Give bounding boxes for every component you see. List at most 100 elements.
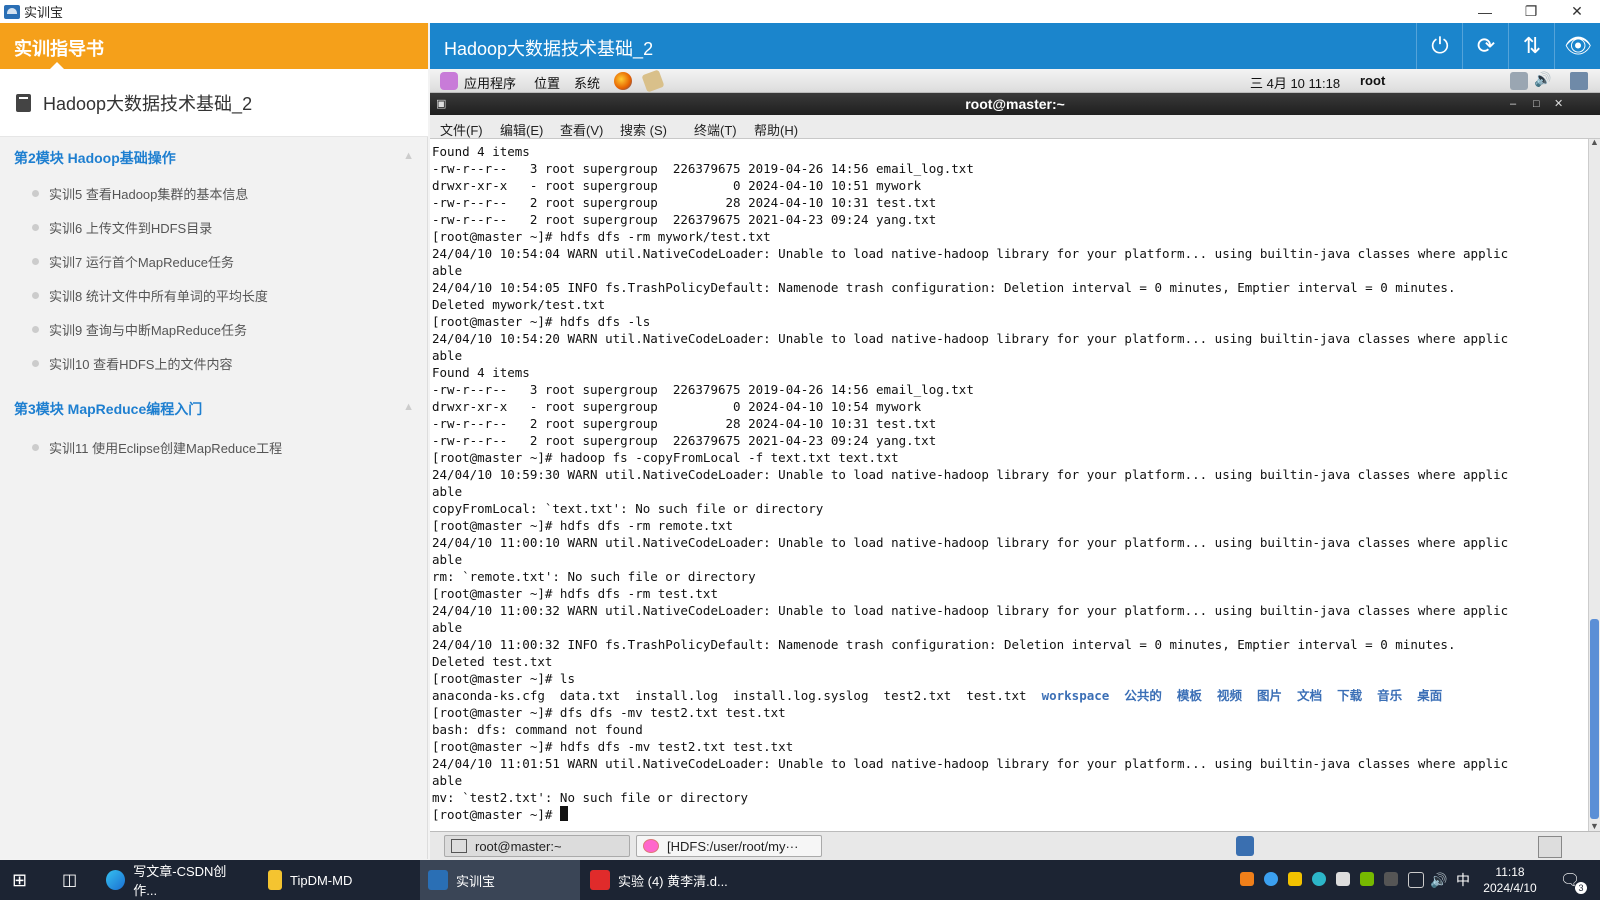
- notification-icon[interactable]: 🗨: [1560, 860, 1580, 900]
- terminal-scrollbar[interactable]: ▲ ▼: [1588, 137, 1600, 831]
- terminal-line: drwxr-xr-x - root supergroup 0 2024-04-1…: [432, 399, 922, 414]
- collapse-chevron-icon[interactable]: ▲: [403, 150, 414, 162]
- task-browser[interactable]: [HDFS:/user/root/my···: [636, 835, 822, 857]
- taskbar-app-wps[interactable]: 实验 (4) 黄李清.d...: [590, 860, 740, 900]
- lesson-item[interactable]: 实训6 上传文件到HDFS目录: [32, 215, 412, 239]
- terminal-line: [root@master ~]# hdfs dfs -rm remote.txt: [432, 518, 734, 533]
- workspace-switcher-icon[interactable]: [1236, 836, 1254, 856]
- tray-app-icon[interactable]: [1240, 872, 1254, 886]
- close-button[interactable]: ✕: [1554, 0, 1600, 23]
- firefox-icon[interactable]: [614, 72, 632, 90]
- taskbar-app-edge[interactable]: 写文章-CSDN创作...: [106, 860, 246, 900]
- menu-applications[interactable]: 应用程序: [464, 73, 516, 92]
- ls-output-line: anaconda-ks.cfg data.txt install.log ins…: [432, 688, 1443, 703]
- lesson-item[interactable]: 实训7 运行首个MapReduce任务: [32, 249, 412, 273]
- task-terminal[interactable]: root@master:~: [444, 835, 630, 857]
- tray-app-icon[interactable]: [1312, 872, 1326, 886]
- taskbar-clock[interactable]: 11:18 2024/4/10: [1480, 860, 1540, 900]
- clock[interactable]: 三 4月 10 11:18: [1250, 73, 1340, 92]
- lesson-item[interactable]: 实训10 查看HDFS上的文件内容: [32, 351, 412, 375]
- lesson-item[interactable]: 实训5 查看Hadoop集群的基本信息: [32, 181, 412, 205]
- tray-app-icon[interactable]: [1384, 872, 1398, 886]
- display-icon[interactable]: [1570, 72, 1588, 90]
- terminal-line: 24/04/10 11:00:10 WARN util.NativeCodeLo…: [432, 535, 1509, 550]
- terminal-line: drwxr-xr-x - root supergroup 0 2024-04-1…: [432, 178, 922, 193]
- lesson-label: 实训6 上传文件到HDFS目录: [49, 220, 213, 236]
- terminal-line: [root@master ~]# hdfs dfs -mv test2.txt …: [432, 739, 794, 754]
- scrollbar-thumb[interactable]: [1590, 619, 1599, 819]
- lesson-label: 实训11 使用Eclipse创建MapReduce工程: [49, 440, 283, 456]
- tray-app-icon[interactable]: [1336, 872, 1350, 886]
- current-user[interactable]: root: [1360, 73, 1385, 88]
- doc-title: Hadoop大数据技术基础_2: [0, 69, 428, 137]
- lesson-item[interactable]: 实训8 统计文件中所有单词的平均长度: [32, 283, 412, 307]
- terminal-titlebar: ▣ root@master:~ – □ ✕: [430, 93, 1600, 115]
- tray-app-icon[interactable]: [1288, 872, 1302, 886]
- taskbar-app-label: 实训宝: [456, 873, 496, 889]
- terminal-maximize-button[interactable]: □: [1533, 93, 1540, 115]
- terminal-line: Found 4 items: [432, 365, 530, 380]
- lesson-label: 实训5 查看Hadoop集群的基本信息: [49, 186, 249, 202]
- menu-search[interactable]: 搜索 (S): [620, 120, 667, 139]
- guide-header-title: 实训指导书: [14, 39, 104, 59]
- terminal-output[interactable]: Found 4 items -rw-r--r-- 3 root supergrou…: [430, 139, 1588, 831]
- lesson-item[interactable]: 实训11 使用Eclipse创建MapReduce工程: [32, 435, 412, 459]
- start-windows-icon[interactable]: ⊞: [12, 860, 27, 900]
- active-tab-pointer: [50, 62, 64, 69]
- mail-edit-icon[interactable]: [641, 69, 665, 93]
- ime-indicator[interactable]: 中: [1456, 860, 1470, 900]
- terminal-line: 24/04/10 11:00:32 WARN util.NativeCodeLo…: [432, 603, 1509, 618]
- terminal-line: [root@master ~]# hdfs dfs -ls: [432, 314, 651, 329]
- terminal-line: 24/04/10 10:59:30 WARN util.NativeCodeLo…: [432, 467, 1509, 482]
- module-3-header[interactable]: 第3模块 MapReduce编程入门 ▲: [14, 399, 414, 421]
- hide-eye-icon[interactable]: 👁: [1554, 23, 1600, 69]
- menu-view[interactable]: 查看(V): [560, 120, 603, 139]
- nvidia-icon[interactable]: [1360, 872, 1374, 886]
- taskbar-app-shixunbao[interactable]: 实训宝: [420, 860, 580, 900]
- gnome-bottom-panel: root@master:~ [HDFS:/user/root/my···: [430, 831, 1600, 860]
- vm-title: Hadoop大数据技术基础_2: [444, 39, 654, 59]
- refresh-icon[interactable]: ⟳: [1462, 23, 1509, 69]
- minimize-button[interactable]: —: [1462, 0, 1508, 23]
- terminal-minimize-button[interactable]: –: [1510, 93, 1516, 115]
- taskbar-app-tipdm[interactable]: TipDM-MD: [268, 860, 408, 900]
- scroll-down-icon[interactable]: ▼: [1590, 821, 1599, 831]
- terminal-line: able: [432, 620, 463, 635]
- firefox-icon: [643, 839, 659, 853]
- menu-help[interactable]: 帮助(H): [754, 120, 798, 139]
- network-icon[interactable]: [1510, 72, 1528, 90]
- menu-terminal[interactable]: 终端(T): [694, 120, 737, 139]
- network-icon[interactable]: [1408, 872, 1424, 888]
- window-titlebar: 实训宝 — ❐ ✕: [0, 0, 1600, 23]
- menu-file[interactable]: 文件(F): [440, 120, 483, 139]
- terminal-line: Deleted test.txt: [432, 654, 553, 669]
- terminal-window-icon: ▣: [436, 98, 447, 110]
- menu-places[interactable]: 位置: [534, 73, 560, 92]
- prompt-line[interactable]: [root@master ~]#: [432, 806, 1588, 823]
- terminal-close-button[interactable]: ✕: [1554, 93, 1563, 115]
- terminal-line: -rw-r--r-- 2 root supergroup 226379675 2…: [432, 212, 937, 227]
- terminal-line: [root@master ~]# hadoop fs -copyFromLoca…: [432, 450, 899, 465]
- taskbar-date: 2024/4/10: [1483, 881, 1537, 895]
- onedrive-icon[interactable]: [1264, 872, 1278, 886]
- terminal-line: [root@master ~]# hdfs dfs -rm test.txt: [432, 586, 718, 601]
- lesson-item[interactable]: 实训9 查询与中断MapReduce任务: [32, 317, 412, 341]
- terminal-line: Found 4 items: [432, 144, 530, 159]
- power-icon[interactable]: ⏻: [1416, 23, 1463, 69]
- app-logo-icon: [4, 4, 20, 19]
- volume-icon[interactable]: 🔊: [1534, 71, 1552, 89]
- menu-system[interactable]: 系统: [574, 73, 600, 92]
- menu-edit[interactable]: 编辑(E): [500, 120, 543, 139]
- show-desktop-icon[interactable]: [1538, 836, 1562, 858]
- transfer-icon[interactable]: ⇅: [1508, 23, 1555, 69]
- guide-header: 实训指导书: [0, 23, 428, 69]
- module-2-header[interactable]: 第2模块 Hadoop基础操作 ▲: [14, 148, 414, 170]
- collapse-chevron-icon[interactable]: ▲: [403, 401, 414, 413]
- restore-button[interactable]: ❐: [1508, 0, 1554, 23]
- directory-list: workspace 公共的 模板 视频 图片 文档 下载 音乐 桌面: [1041, 688, 1443, 703]
- volume-icon[interactable]: 🔊: [1430, 860, 1447, 900]
- scroll-up-icon[interactable]: ▲: [1590, 137, 1599, 147]
- task-view-icon[interactable]: ◫: [62, 860, 77, 900]
- book-icon: [16, 93, 31, 112]
- lesson-label: 实训8 统计文件中所有单词的平均长度: [49, 288, 268, 304]
